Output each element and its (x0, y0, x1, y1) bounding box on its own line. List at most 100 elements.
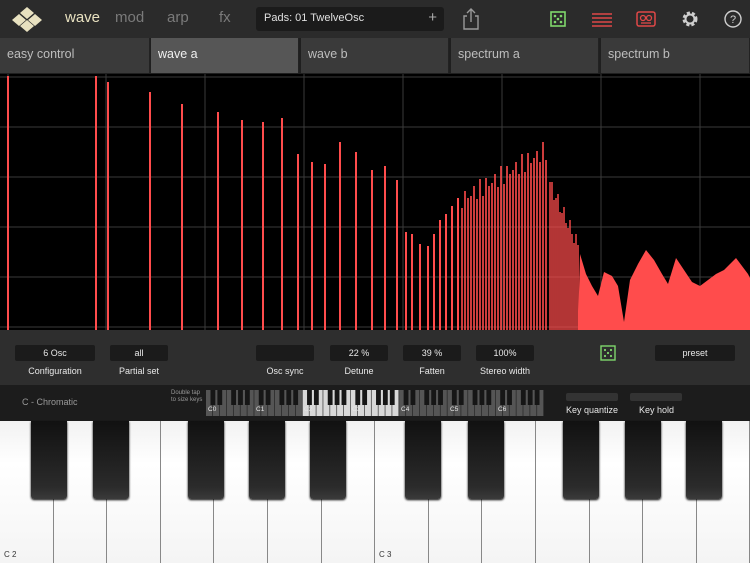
mini-black-key (265, 390, 271, 405)
osc-sync-toggle[interactable] (256, 345, 314, 361)
black-key[interactable] (563, 421, 599, 499)
mini-black-key (258, 390, 264, 405)
key-hold-toggle[interactable] (630, 393, 682, 401)
mini-black-key (210, 390, 216, 405)
mini-black-key (327, 390, 333, 405)
octave-label: C1 (256, 406, 265, 413)
piano-keyboard[interactable]: C 2 C 3 (0, 421, 750, 563)
mini-black-key (438, 390, 443, 405)
nav-mod[interactable]: mod (115, 9, 144, 26)
black-key[interactable] (405, 421, 441, 499)
hint-line: to size keys (171, 397, 203, 403)
octave-label: C0 (208, 406, 217, 413)
mini-black-key (486, 390, 492, 405)
keyboard-strip: C - Chromatic Double tap to size keys C0… (0, 385, 750, 421)
partial-spectrum-editor[interactable] (0, 74, 750, 330)
add-preset-button[interactable]: + (428, 9, 437, 26)
mini-black-key (534, 390, 540, 405)
mini-black-key (293, 390, 299, 405)
octave-label: C4 (401, 406, 410, 413)
preset-name: Pads: 01 TwelveOsc (264, 12, 365, 24)
tab-easy-control[interactable]: easy control (0, 38, 150, 73)
scale-selector[interactable]: C - Chromatic (22, 397, 78, 407)
mini-black-key (424, 390, 430, 405)
mini-black-key (244, 390, 250, 405)
key-quantize-label: Key quantize (566, 405, 619, 415)
black-key[interactable] (31, 421, 67, 499)
nav-arp[interactable]: arp (167, 9, 189, 26)
mini-black-key (286, 390, 292, 405)
mini-black-key (472, 390, 478, 405)
keyboard-range-selector[interactable]: C0 C1 C2 C3 C4 C5 C6 (206, 390, 544, 416)
mini-black-key (458, 390, 464, 405)
osc-sync-label: Osc sync (266, 366, 304, 376)
menu-lines-icon[interactable] (589, 7, 615, 31)
black-key[interactable] (686, 421, 722, 499)
configuration-value[interactable]: 6 Osc (15, 345, 95, 361)
black-key[interactable] (310, 421, 346, 499)
mini-black-key (520, 390, 526, 405)
mini-black-key (217, 390, 223, 405)
stereo-width-value[interactable]: 100% (476, 345, 534, 361)
help-glyph: ? (730, 14, 736, 26)
dice-icon[interactable] (545, 7, 571, 31)
fatten-value[interactable]: 39 % (403, 345, 461, 361)
mini-black-key (307, 390, 312, 405)
hint-line: Double tap (171, 390, 201, 396)
tab-spectrum-b[interactable]: spectrum b (601, 38, 750, 73)
preset-selector[interactable]: Pads: 01 TwelveOsc + (256, 7, 444, 31)
tab-label: wave a (158, 47, 198, 61)
mini-black-key (389, 390, 395, 405)
partial-set-value[interactable]: all (110, 345, 168, 361)
partial-set-label: Partial set (118, 366, 160, 376)
app-logo-icon[interactable] (10, 6, 44, 32)
tab-wave-b[interactable]: wave b (301, 38, 449, 73)
fatten-label: Fatten (419, 366, 445, 376)
tab-label: spectrum b (608, 47, 670, 61)
mini-black-key (500, 390, 506, 405)
black-key[interactable] (468, 421, 504, 499)
tab-label: easy control (7, 47, 75, 61)
mini-black-key (362, 390, 368, 405)
key-quantize-toggle[interactable] (566, 393, 618, 401)
preset-button[interactable]: preset (655, 345, 735, 361)
help-icon[interactable]: ? (720, 7, 746, 31)
mini-black-key (376, 390, 381, 405)
mini-black-key (334, 390, 340, 405)
share-icon[interactable] (458, 7, 484, 31)
randomize-dice-icon[interactable] (600, 345, 616, 361)
detune-value[interactable]: 22 % (330, 345, 388, 361)
mini-black-key (313, 390, 319, 405)
mini-black-key (238, 390, 243, 405)
configuration-label: Configuration (28, 366, 82, 376)
black-key[interactable] (625, 421, 661, 499)
section-tabs: easy control wave a wave b spectrum a sp… (0, 38, 750, 74)
octave-label: C5 (450, 406, 459, 413)
mini-black-key (479, 390, 485, 405)
mini-black-key (451, 390, 457, 405)
detune-label: Detune (344, 366, 374, 376)
stereo-width-label: Stereo width (479, 366, 531, 376)
mini-black-key (403, 390, 409, 405)
gear-icon[interactable] (677, 7, 703, 31)
octave-label: C2 (304, 406, 313, 413)
spectrum-display[interactable] (0, 74, 750, 330)
tab-spectrum-a[interactable]: spectrum a (451, 38, 599, 73)
tape-recorder-icon[interactable] (633, 7, 659, 31)
octave-key-label: C 3 (379, 550, 392, 559)
mini-black-key (507, 390, 512, 405)
black-key[interactable] (93, 421, 129, 499)
mini-black-key (410, 390, 416, 405)
double-tap-hint: Double tap to size keys (171, 390, 202, 404)
black-key[interactable] (249, 421, 285, 499)
octave-key-label: C 2 (4, 550, 17, 559)
octave-label: C3 (352, 406, 361, 413)
black-key[interactable] (188, 421, 224, 499)
nav-fx[interactable]: fx (219, 9, 231, 26)
tab-wave-a[interactable]: wave a (151, 38, 299, 73)
nav-wave[interactable]: wave (65, 9, 100, 26)
octave-label: C6 (498, 406, 507, 413)
tab-label: spectrum a (458, 47, 520, 61)
high-partials-area[interactable] (578, 250, 750, 330)
mini-black-key (431, 390, 437, 405)
